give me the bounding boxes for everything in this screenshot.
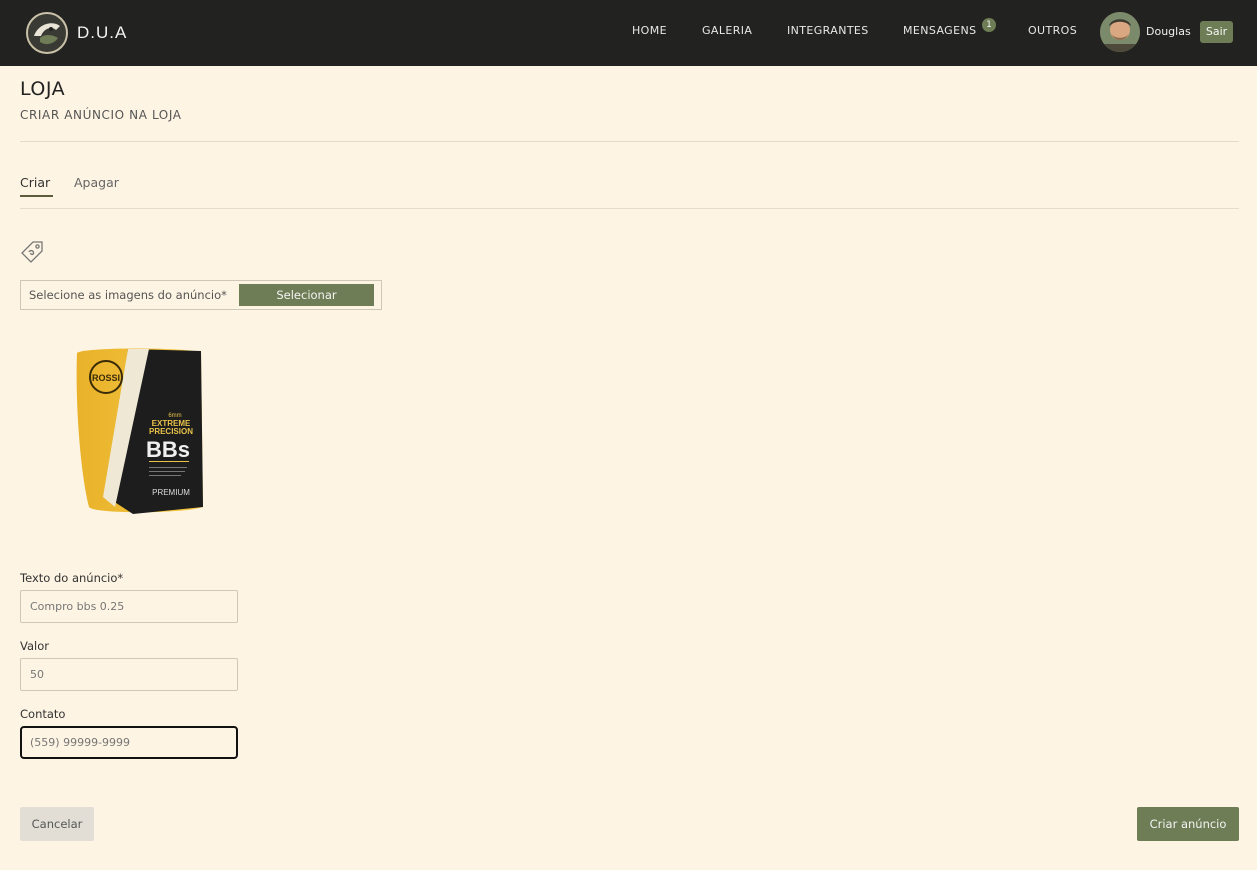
ad-text-label: Texto do anúncio* [20, 571, 124, 585]
value-label: Valor [20, 639, 49, 653]
tabs-divider [20, 208, 1239, 209]
logo-icon [26, 12, 68, 54]
price-tag-icon [21, 241, 43, 263]
page-subtitle: CRIAR ANÚNCIO NA LOJA [20, 108, 182, 122]
nav-integrantes[interactable]: INTEGRANTES [787, 24, 869, 37]
product-image: ROSSI 6mm EXTREME PRECISION BBs PREMIUM [76, 348, 203, 514]
ad-text-input[interactable] [20, 590, 238, 623]
nav-mensagens[interactable]: MENSAGENS [903, 24, 976, 37]
select-images-button[interactable]: Selecionar [239, 284, 374, 306]
avatar[interactable] [1100, 12, 1140, 52]
nav-outros[interactable]: OUTROS [1028, 24, 1077, 37]
user-avatar-icon [1100, 12, 1140, 52]
product-brand-text: ROSSI [92, 373, 120, 383]
cancel-button[interactable]: Cancelar [20, 807, 94, 841]
product-line2: PRECISION [149, 427, 193, 436]
tab-criar[interactable]: Criar [20, 175, 50, 190]
user-name: Douglas [1146, 25, 1191, 38]
product-grade: PREMIUM [152, 488, 190, 497]
value-input[interactable] [20, 658, 238, 691]
top-navbar: D.U.A HOME GALERIA INTEGRANTES MENSAGENS… [0, 0, 1257, 66]
tab-apagar[interactable]: Apagar [74, 175, 119, 190]
nav-galeria[interactable]: GALERIA [702, 24, 752, 37]
contact-label: Contato [20, 707, 66, 721]
image-upload-box: Selecione as imagens do anúncio* Selecio… [20, 280, 382, 310]
logout-button[interactable]: Sair [1200, 21, 1233, 43]
image-upload-label: Selecione as imagens do anúncio* [29, 288, 227, 302]
brand-name: D.U.A [77, 23, 128, 42]
nav-home[interactable]: HOME [632, 24, 667, 37]
messages-badge: 1 [982, 18, 996, 32]
brand[interactable]: D.U.A [26, 12, 127, 54]
page-title: LOJA [20, 78, 66, 100]
active-tab-indicator [20, 195, 53, 197]
create-ad-button[interactable]: Criar anúncio [1137, 807, 1239, 841]
contact-input[interactable] [20, 726, 238, 759]
product-big-text: BBs [146, 437, 190, 462]
header-divider [20, 141, 1239, 142]
